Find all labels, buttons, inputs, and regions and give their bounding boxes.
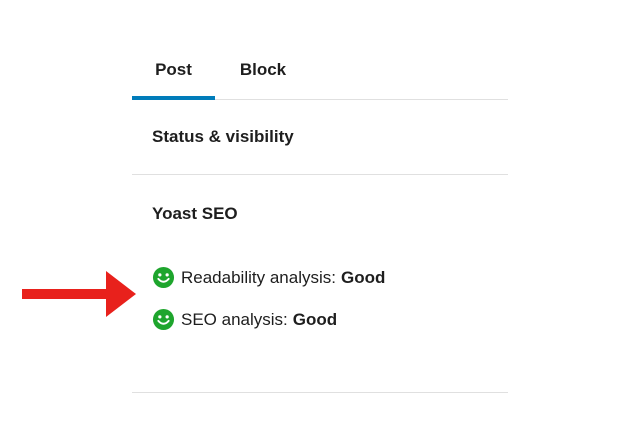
editor-sidebar: Post Block Status & visibility Yoast SEO… bbox=[132, 0, 508, 430]
yoast-seo-panel: Yoast SEO Readability analysis: Good SEO… bbox=[132, 176, 508, 393]
status-visibility-panel: Status & visibility bbox=[132, 100, 508, 175]
tab-block-label: Block bbox=[239, 59, 287, 79]
sidebar-tabs: Post Block bbox=[132, 40, 508, 100]
seo-analysis-value: Good bbox=[292, 309, 338, 329]
tab-block[interactable]: Block bbox=[228, 40, 298, 99]
tab-post-label: Post bbox=[155, 59, 192, 79]
smiley-good-icon bbox=[152, 266, 175, 289]
status-visibility-toggle[interactable]: Status & visibility bbox=[152, 127, 294, 147]
red-arrow-icon bbox=[22, 271, 136, 317]
seo-analysis-row[interactable]: SEO analysis: Good bbox=[152, 308, 337, 331]
readability-analysis-value: Good bbox=[340, 267, 386, 287]
smiley-good-icon bbox=[152, 308, 175, 331]
readability-analysis-row[interactable]: Readability analysis: Good bbox=[152, 266, 385, 289]
tab-post[interactable]: Post bbox=[132, 40, 215, 100]
seo-analysis-label: SEO analysis: bbox=[181, 309, 288, 329]
yoast-seo-toggle[interactable]: Yoast SEO bbox=[152, 204, 238, 224]
readability-analysis-label: Readability analysis: bbox=[181, 267, 336, 287]
